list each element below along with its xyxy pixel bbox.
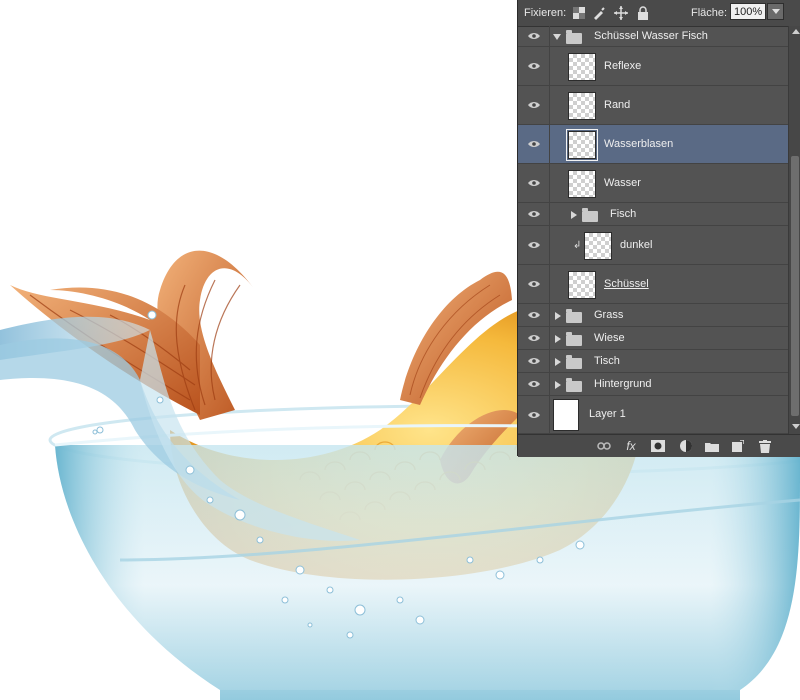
layer-row[interactable]: Wiese — [518, 327, 788, 350]
link-icon[interactable] — [597, 439, 611, 453]
visibility-toggle[interactable] — [518, 327, 550, 349]
layer-row[interactable]: Layer 1 — [518, 396, 788, 434]
layer-thumbnail — [553, 399, 579, 431]
chevron-down-icon — [771, 9, 780, 14]
layer-list: Schüssel Wasser Fisch Reflexe Rand Wasserbl… — [518, 26, 788, 434]
eye-icon — [527, 358, 540, 364]
layer-name: dunkel — [620, 239, 653, 251]
eye-icon — [527, 335, 540, 341]
layer-name: Hintergrund — [594, 378, 652, 390]
new-group-icon[interactable] — [705, 439, 719, 453]
eye-icon — [527, 141, 540, 147]
folder-icon — [566, 378, 582, 392]
layer-name: Reflexe — [604, 60, 642, 72]
layer-thumbnail — [566, 129, 598, 161]
visibility-toggle[interactable] — [518, 265, 550, 303]
visibility-toggle[interactable] — [518, 47, 550, 85]
layer-thumbnail — [568, 170, 596, 198]
layer-name: Tisch — [594, 355, 620, 367]
layer-name: Layer 1 — [589, 408, 626, 420]
fx-icon[interactable]: fx — [622, 439, 640, 453]
group-collapsed-icon[interactable] — [555, 381, 561, 389]
layer-thumbnail — [568, 53, 596, 81]
eye-icon — [527, 381, 540, 387]
layer-thumbnail — [568, 92, 596, 120]
fill-input[interactable]: 100% — [730, 3, 766, 20]
eye-icon — [527, 411, 540, 418]
visibility-toggle[interactable] — [518, 203, 550, 225]
folder-icon — [566, 332, 582, 346]
layer-thumbnail — [584, 232, 612, 260]
layer-row[interactable]: Grass — [518, 304, 788, 327]
lock-position-icon[interactable] — [614, 6, 628, 20]
layer-row[interactable]: Tisch — [518, 350, 788, 373]
eye-icon — [527, 33, 540, 39]
visibility-toggle[interactable] — [518, 164, 550, 202]
layer-row[interactable]: Schüssel — [518, 265, 788, 304]
layer-name: Wiese — [594, 332, 625, 344]
visibility-toggle[interactable] — [518, 226, 550, 264]
trash-icon[interactable] — [758, 439, 772, 453]
visibility-toggle[interactable] — [518, 86, 550, 124]
layer-row[interactable]: Reflexe — [518, 47, 788, 86]
eye-icon — [527, 281, 540, 287]
group-collapsed-icon[interactable] — [571, 211, 577, 219]
adjustment-icon[interactable] — [679, 439, 693, 453]
clipping-mask-icon: ↲ — [573, 240, 582, 251]
eye-icon — [527, 180, 540, 186]
layers-panel: Fixieren: Fläche: 100% Schüssel Wasser F… — [517, 0, 800, 457]
lock-label: Fixieren: — [524, 7, 567, 19]
fill-dropdown-button[interactable] — [767, 3, 784, 20]
scroll-down-icon[interactable] — [792, 424, 800, 429]
visibility-toggle[interactable] — [518, 26, 550, 46]
layer-row[interactable]: Schüssel Wasser Fisch — [518, 26, 788, 47]
layer-name: Wasser — [604, 177, 641, 189]
layer-name: Wasserblasen — [604, 138, 674, 150]
eye-icon — [527, 211, 540, 217]
eye-icon — [527, 242, 540, 248]
layer-name: Fisch — [610, 208, 637, 220]
visibility-toggle[interactable] — [518, 350, 550, 372]
visibility-toggle[interactable] — [518, 304, 550, 326]
folder-icon — [566, 309, 582, 323]
visibility-toggle[interactable] — [518, 125, 550, 163]
layer-row[interactable]: Wasser — [518, 164, 788, 203]
layers-scrollbar[interactable] — [788, 26, 800, 434]
folder-icon — [566, 30, 582, 44]
eye-icon — [527, 312, 540, 318]
group-collapsed-icon[interactable] — [555, 358, 561, 366]
scroll-thumb[interactable] — [791, 156, 799, 416]
eye-icon — [527, 63, 540, 69]
layer-name: Grass — [594, 309, 624, 321]
layer-thumbnail — [568, 271, 596, 299]
layer-name: Schüssel Wasser Fisch — [594, 30, 708, 42]
folder-icon — [566, 355, 582, 369]
layers-toolbar: Fixieren: Fläche: 100% — [518, 0, 800, 27]
visibility-toggle[interactable] — [518, 373, 550, 395]
fill-label: Fläche: — [691, 7, 728, 19]
group-collapsed-icon[interactable] — [555, 312, 561, 320]
visibility-toggle[interactable] — [518, 396, 550, 433]
layer-name: Schüssel — [604, 278, 649, 290]
layers-footer: fx — [518, 434, 800, 457]
scroll-up-icon[interactable] — [792, 29, 800, 34]
layer-row[interactable]: Wasserblasen — [518, 125, 788, 164]
lock-image-pixels-icon[interactable] — [592, 6, 606, 20]
folder-icon — [582, 208, 598, 222]
eye-icon — [527, 102, 540, 108]
layer-row[interactable]: Rand — [518, 86, 788, 125]
layer-row[interactable]: Fisch — [518, 203, 788, 226]
lock-all-icon[interactable] — [636, 6, 650, 20]
group-collapsed-icon[interactable] — [555, 335, 561, 343]
new-layer-icon[interactable] — [731, 439, 745, 453]
group-expanded-icon[interactable] — [553, 34, 561, 40]
layer-row[interactable]: ↲ dunkel — [518, 226, 788, 265]
layer-name: Rand — [604, 99, 631, 111]
lock-transparent-pixels-icon[interactable] — [572, 6, 586, 20]
layer-row[interactable]: Hintergrund — [518, 373, 788, 396]
mask-icon[interactable] — [651, 439, 665, 453]
